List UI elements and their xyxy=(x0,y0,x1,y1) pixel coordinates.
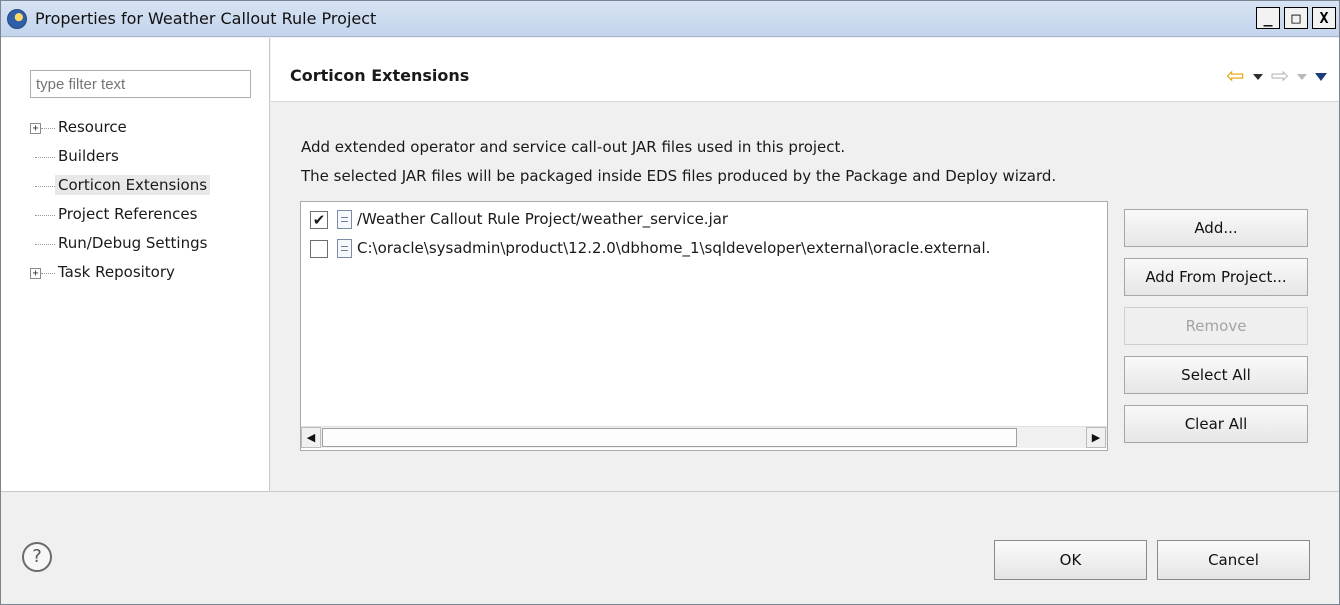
back-menu-icon[interactable] xyxy=(1252,74,1263,80)
sidebar: + Resource Builders Corticon Extensions … xyxy=(1,38,270,491)
sidebar-item-resource[interactable]: + Resource xyxy=(13,114,253,143)
description-line-2: The selected JAR files will be packaged … xyxy=(301,167,1057,185)
sidebar-item-task-repository[interactable]: + Task Repository xyxy=(13,259,253,288)
sidebar-tree: + Resource Builders Corticon Extensions … xyxy=(13,114,253,288)
sidebar-item-label: Run/Debug Settings xyxy=(58,234,208,252)
forward-arrow-icon[interactable]: ⇨ xyxy=(1271,66,1289,88)
description-line-1: Add extended operator and service call-o… xyxy=(301,138,846,156)
properties-dialog: Properties for Weather Callout Rule Proj… xyxy=(0,0,1340,605)
ok-button[interactable]: OK xyxy=(994,540,1147,580)
add-from-project-button[interactable]: Add From Project... xyxy=(1124,258,1308,296)
jar-checkbox-checked[interactable]: ✔ xyxy=(310,211,328,229)
sidebar-item-run-debug-settings[interactable]: Run/Debug Settings xyxy=(13,230,253,259)
select-all-button[interactable]: Select All xyxy=(1124,356,1308,394)
horizontal-scrollbar[interactable]: ◀ ▶ xyxy=(301,426,1107,448)
jar-file-icon xyxy=(337,239,352,258)
tree-connector xyxy=(41,128,55,129)
tree-connector xyxy=(35,157,55,158)
window-title: Properties for Weather Callout Rule Proj… xyxy=(35,9,377,28)
minimize-button[interactable]: _ xyxy=(1256,7,1280,29)
sidebar-item-label: Resource xyxy=(58,118,127,136)
sidebar-item-corticon-extensions[interactable]: Corticon Extensions xyxy=(13,172,253,201)
jar-file-icon xyxy=(337,210,352,229)
eclipse-app-icon xyxy=(7,9,27,29)
forward-menu-icon[interactable] xyxy=(1297,74,1307,80)
sidebar-item-label: Builders xyxy=(58,147,119,165)
footer-divider xyxy=(1,491,1339,492)
sidebar-item-project-references[interactable]: Project References xyxy=(13,201,253,230)
expand-icon[interactable]: + xyxy=(30,268,41,279)
add-button[interactable]: Add... xyxy=(1124,209,1308,247)
scroll-left-icon[interactable]: ◀ xyxy=(301,427,321,448)
jar-checkbox-unchecked[interactable] xyxy=(310,240,328,258)
tree-connector xyxy=(35,186,55,187)
close-button[interactable]: X xyxy=(1312,7,1336,29)
history-navigation: ⇦ ⇨ xyxy=(1226,62,1327,92)
maximize-button[interactable]: □ xyxy=(1284,7,1308,29)
scroll-right-icon[interactable]: ▶ xyxy=(1086,427,1106,448)
help-icon[interactable]: ? xyxy=(22,542,52,572)
page-header: Corticon Extensions ⇦ ⇨ xyxy=(271,38,1339,102)
sidebar-item-label: Project References xyxy=(58,205,198,223)
tree-connector xyxy=(35,215,55,216)
page-title: Corticon Extensions xyxy=(290,66,470,85)
scrollbar-thumb[interactable] xyxy=(322,428,1017,447)
tree-connector xyxy=(35,244,55,245)
cancel-button[interactable]: Cancel xyxy=(1157,540,1310,580)
filter-input[interactable] xyxy=(30,70,251,98)
expand-icon[interactable]: + xyxy=(30,123,41,134)
remove-button[interactable]: Remove xyxy=(1124,307,1308,345)
back-arrow-icon[interactable]: ⇦ xyxy=(1226,66,1244,88)
view-menu-icon[interactable] xyxy=(1315,73,1327,81)
tree-connector xyxy=(41,273,55,274)
jar-path: /Weather Callout Rule Project/weather_se… xyxy=(357,210,729,228)
jar-path: C:\oracle\sysadmin\product\12.2.0\dbhome… xyxy=(357,239,991,257)
sidebar-item-label: Task Repository xyxy=(58,263,175,281)
clear-all-button[interactable]: Clear All xyxy=(1124,405,1308,443)
jar-list[interactable]: ✔ /Weather Callout Rule Project/weather_… xyxy=(300,201,1108,451)
sidebar-item-label: Corticon Extensions xyxy=(55,175,211,195)
sidebar-item-builders[interactable]: Builders xyxy=(13,143,253,172)
title-bar: Properties for Weather Callout Rule Proj… xyxy=(1,1,1339,37)
